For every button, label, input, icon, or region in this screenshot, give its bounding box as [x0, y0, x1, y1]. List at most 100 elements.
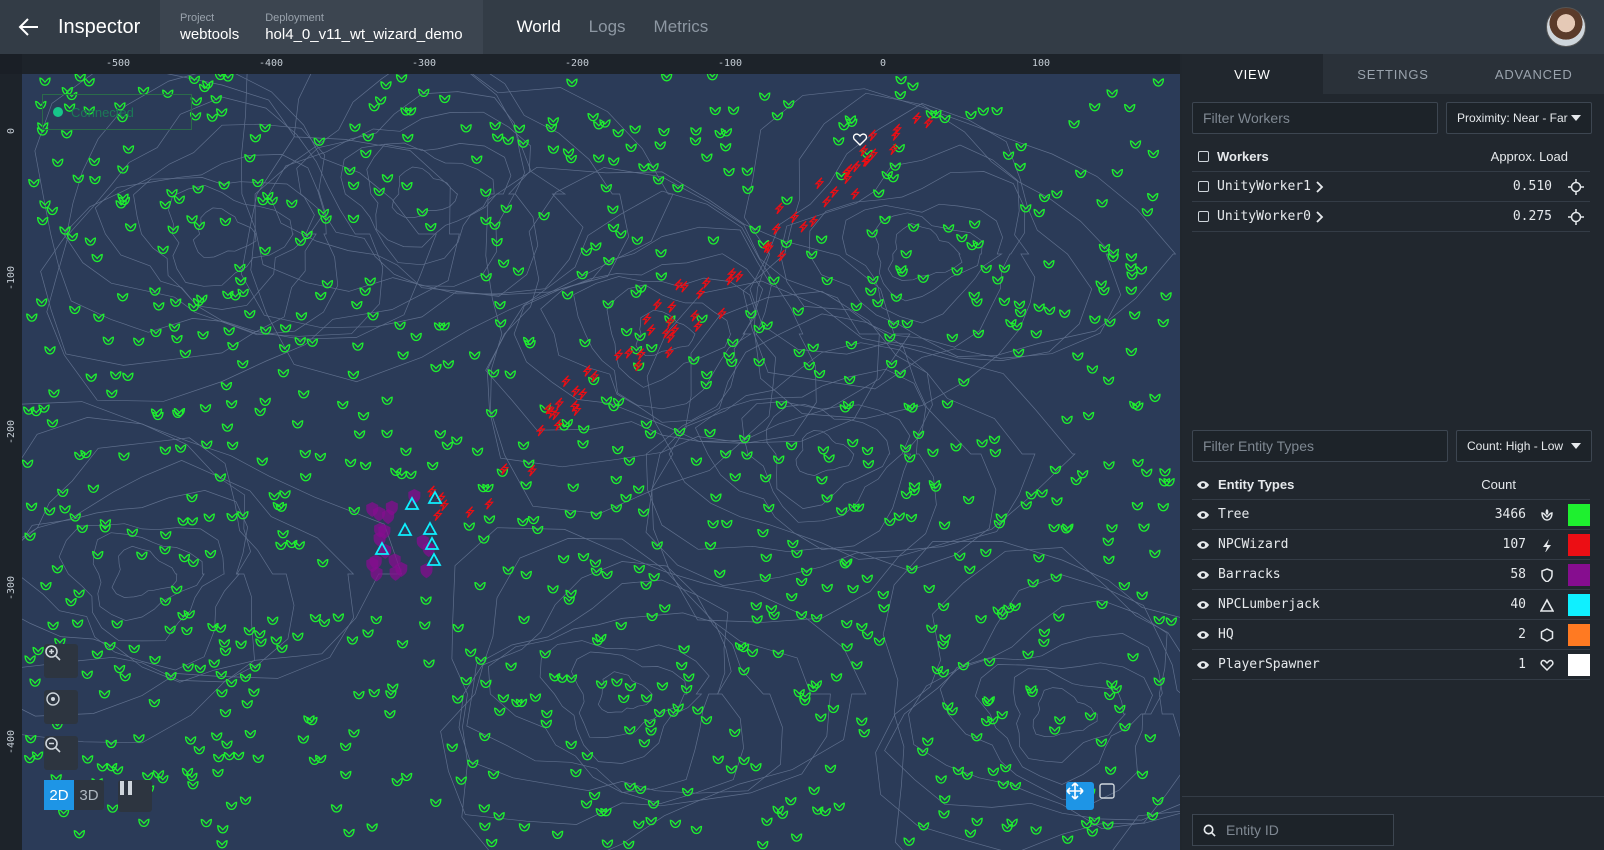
entity-types-column-header: Entity Types	[1218, 477, 1295, 492]
connection-label: Connected	[71, 104, 134, 120]
map-entities-layer	[22, 74, 1180, 850]
worker-checkbox[interactable]	[1198, 181, 1209, 192]
view-3d-button[interactable]: 3D	[74, 780, 104, 810]
main-nav: World Logs Metrics	[503, 17, 723, 37]
entity-type-count: 40	[1510, 597, 1526, 612]
worker-checkbox[interactable]	[1198, 211, 1209, 222]
heart-icon	[1540, 659, 1554, 671]
worker-name: UnityWorker1	[1217, 179, 1311, 194]
view-2d-button[interactable]: 2D	[44, 780, 74, 810]
chevron-right-icon[interactable]	[1315, 180, 1325, 193]
zoom-in-button[interactable]	[44, 644, 78, 678]
shield-icon	[1541, 567, 1553, 582]
workers-sort-select[interactable]: Proximity: Near - Far	[1446, 102, 1592, 134]
worker-row[interactable]: UnityWorker1 0.510	[1192, 172, 1590, 202]
entity-color-swatch[interactable]	[1568, 623, 1590, 646]
entity-id-search[interactable]: Entity ID	[1192, 814, 1394, 846]
count-column-header: Count	[1481, 477, 1516, 492]
recenter-button[interactable]	[44, 690, 78, 724]
inspector-panel: VIEW SETTINGS ADVANCED Filter Workers Pr…	[1182, 54, 1604, 850]
hexagon-icon	[1540, 627, 1554, 642]
entity-type-row[interactable]: Barracks 58	[1192, 560, 1590, 590]
entity-color-swatch[interactable]	[1568, 563, 1590, 586]
world-map-canvas[interactable]: Connected 2D 3D	[22, 74, 1180, 850]
entity-type-row[interactable]: NPCLumberjack 40	[1192, 590, 1590, 620]
tab-advanced[interactable]: ADVANCED	[1463, 54, 1604, 94]
x-tick: -400	[259, 58, 284, 69]
nav-metrics[interactable]: Metrics	[640, 17, 723, 37]
eye-icon[interactable]	[1196, 600, 1210, 610]
entity-sort-select[interactable]: Count: High - Low	[1456, 430, 1592, 462]
entity-color-swatch[interactable]	[1568, 593, 1590, 616]
entity-type-count: 58	[1510, 567, 1526, 582]
entity-type-count: 107	[1502, 537, 1526, 552]
eye-icon[interactable]	[1196, 660, 1210, 670]
worker-row[interactable]: UnityWorker0 0.275	[1192, 202, 1590, 232]
worker-load: 0.275	[1512, 209, 1552, 224]
crosshair-icon[interactable]	[1568, 208, 1584, 225]
app-title: Inspector	[58, 15, 141, 38]
chevron-right-icon[interactable]	[1315, 210, 1325, 223]
x-tick: -100	[718, 58, 743, 69]
y-tick: -100	[6, 265, 17, 290]
lightning-icon	[1543, 538, 1551, 552]
workers-filter-input[interactable]: Filter Workers	[1192, 102, 1438, 134]
x-tick: -300	[412, 58, 437, 69]
dimension-toggle: 2D 3D	[44, 780, 104, 810]
crosshair-icon[interactable]	[1568, 178, 1584, 195]
workers-column-header: Workers	[1217, 149, 1269, 164]
entity-type-count: 3466	[1494, 507, 1526, 522]
entity-color-swatch[interactable]	[1568, 533, 1590, 556]
entity-color-swatch[interactable]	[1568, 653, 1590, 676]
deployment-info: Project webtools Deployment hol4_0_v11_w…	[160, 0, 483, 54]
entity-type-row[interactable]: Tree 3466	[1192, 500, 1590, 530]
eye-icon[interactable]	[1196, 540, 1210, 550]
nav-logs[interactable]: Logs	[575, 17, 640, 37]
entity-type-name: NPCLumberjack	[1218, 597, 1320, 612]
search-icon	[1203, 824, 1216, 837]
panel-tabs: VIEW SETTINGS ADVANCED	[1182, 54, 1604, 94]
entity-type-count: 2	[1518, 627, 1526, 642]
worker-name: UnityWorker0	[1217, 209, 1311, 224]
worker-load: 0.510	[1512, 179, 1552, 194]
select-tool-button[interactable]	[1098, 782, 1126, 810]
entity-types-table: Entity Types Count Tree 3466 NPCWizard 107 B…	[1192, 470, 1590, 680]
x-tick: -500	[106, 58, 131, 69]
entity-type-row[interactable]: PlayerSpawner 1	[1192, 650, 1590, 680]
entity-filter-input[interactable]: Filter Entity Types	[1192, 430, 1448, 462]
eye-icon[interactable]	[1196, 570, 1210, 580]
eye-icon[interactable]	[1196, 510, 1210, 520]
y-tick: -400	[6, 729, 17, 754]
tab-view[interactable]: VIEW	[1182, 54, 1323, 94]
entity-type-row[interactable]: NPCWizard 107	[1192, 530, 1590, 560]
workers-sort-value: Proximity: Near - Far	[1457, 111, 1568, 125]
caret-down-icon	[1571, 443, 1581, 449]
tab-settings[interactable]: SETTINGS	[1323, 54, 1464, 94]
connection-status: Connected	[42, 94, 192, 130]
zoom-in-icon	[45, 645, 61, 661]
zoom-out-button[interactable]	[44, 736, 78, 770]
user-avatar[interactable]	[1546, 7, 1586, 47]
eye-icon[interactable]	[1196, 480, 1210, 490]
back-button[interactable]	[0, 0, 58, 54]
target-icon	[46, 692, 60, 706]
workers-table-header: Workers Approx. Load	[1192, 142, 1590, 172]
entity-color-swatch[interactable]	[1568, 503, 1590, 526]
deployment-label: Deployment	[265, 11, 324, 24]
nav-world[interactable]: World	[503, 17, 575, 37]
world-map-area: -500 -400 -300 -200 -100 0 100 0 -100 -2…	[0, 54, 1180, 850]
entity-type-name: PlayerSpawner	[1218, 657, 1320, 672]
eye-icon[interactable]	[1196, 630, 1210, 640]
project-field: Project webtools	[180, 12, 239, 43]
entity-type-name: Barracks	[1218, 567, 1281, 582]
pause-button[interactable]	[118, 780, 152, 812]
entity-filter-row: Filter Entity Types Count: High - Low	[1192, 430, 1592, 462]
entity-type-row[interactable]: HQ 2	[1192, 620, 1590, 650]
pan-tool-button[interactable]	[1066, 782, 1094, 810]
entity-id-placeholder: Entity ID	[1226, 822, 1279, 838]
y-tick: -300	[6, 575, 17, 600]
status-dot	[53, 107, 63, 117]
arrow-left-icon	[18, 18, 38, 36]
select-all-workers-checkbox[interactable]	[1198, 151, 1209, 162]
x-tick: 100	[1032, 58, 1051, 69]
